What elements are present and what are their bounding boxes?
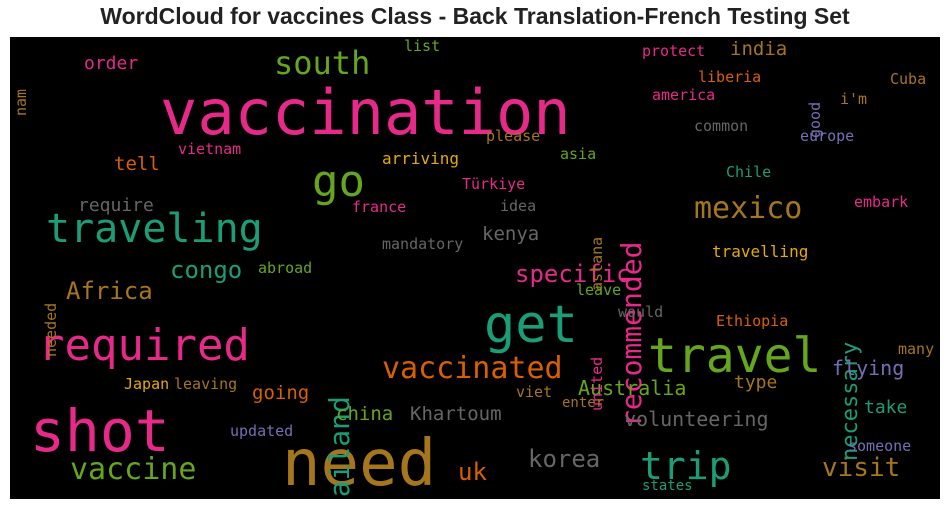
word-40: liberia — [698, 68, 762, 86]
word-31: require — [78, 195, 154, 216]
word-46: europe — [800, 127, 855, 145]
word-5: required — [38, 320, 250, 371]
word-39: protect — [642, 42, 706, 60]
word-26: china — [336, 403, 394, 425]
word-37: list — [404, 37, 441, 55]
word-59: leave — [576, 281, 622, 299]
word-45: common — [694, 117, 749, 135]
word-44: i'm — [840, 90, 868, 108]
word-15: korea — [528, 445, 601, 473]
word-25: Khartoum — [410, 403, 502, 425]
word-18: congo — [170, 256, 243, 284]
word-69: someone — [848, 437, 912, 455]
word-54: idea — [500, 197, 537, 215]
word-66: viet — [516, 383, 553, 401]
word-49: vietnam — [178, 140, 242, 158]
word-70: states — [642, 478, 693, 494]
word-42: america — [652, 86, 716, 104]
word-33: order — [84, 53, 139, 74]
word-9: vaccine — [70, 452, 197, 487]
word-50: Chile — [726, 163, 772, 181]
word-57: abroad — [258, 259, 313, 277]
chart-title: WordCloud for vaccines Class - Back Tran… — [100, 3, 850, 29]
word-53: france — [352, 198, 407, 216]
word-35: travelling — [712, 242, 809, 261]
word-28: take — [864, 397, 908, 418]
word-34: india — [730, 38, 788, 60]
word-60: would — [618, 303, 664, 321]
word-1: need — [282, 427, 437, 499]
word-10: south — [274, 44, 371, 82]
word-3: get — [484, 295, 578, 355]
word-51: Türkiye — [462, 175, 526, 193]
word-58: needed — [42, 302, 60, 357]
word-12: mexico — [694, 191, 803, 226]
word-30: kenya — [482, 223, 540, 245]
word-64: Japan — [124, 375, 170, 393]
word-41: Cuba — [890, 70, 927, 88]
word-68: updated — [230, 422, 294, 440]
word-67: enter — [562, 395, 605, 411]
word-62: Ethiopia — [716, 312, 789, 330]
word-47: please — [486, 127, 541, 145]
word-27: going — [252, 382, 310, 404]
word-36: arriving — [382, 149, 460, 168]
word-48: asia — [560, 145, 597, 163]
word-20: uk — [458, 458, 487, 486]
word-19: Africa — [66, 277, 153, 305]
word-32: tell — [114, 153, 160, 175]
word-22: volunteering — [624, 407, 769, 431]
word-56: mandatory — [382, 235, 464, 253]
word-65: leaving — [174, 375, 238, 393]
word-29: type — [734, 372, 778, 393]
word-23: flying — [832, 356, 905, 380]
word-63: many — [898, 340, 935, 358]
word-38: nam — [12, 88, 30, 116]
wordcloud-canvas: vaccination need shot get travel required trav… — [10, 37, 940, 499]
word-13: vaccinated — [382, 351, 563, 386]
word-55: embark — [854, 193, 909, 211]
